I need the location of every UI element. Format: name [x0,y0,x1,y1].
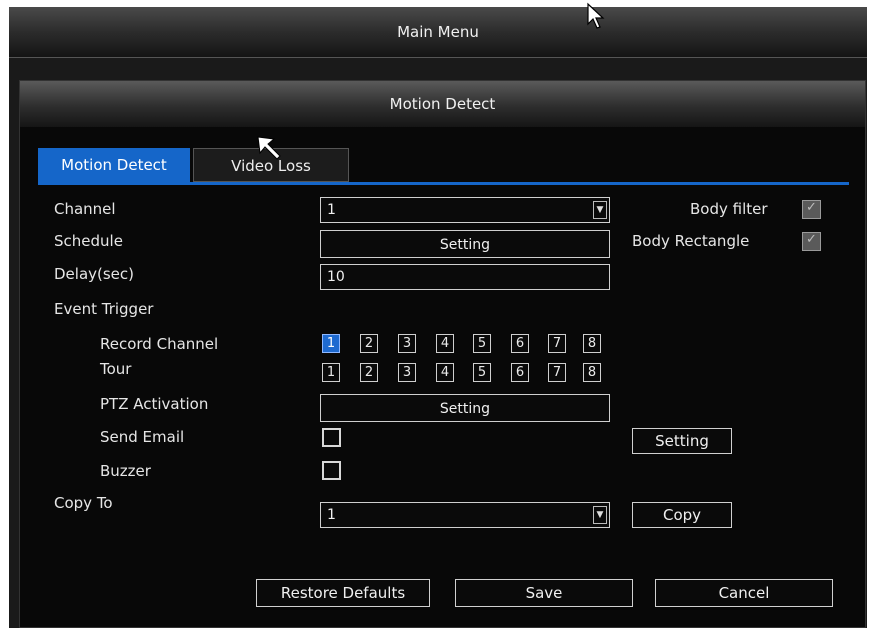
tab-underline [38,182,849,185]
body-filter-checkbox[interactable]: ✓ [802,200,821,219]
channel-select-value: 1 [327,202,336,218]
record-channel-3[interactable]: 3 [398,334,416,353]
tour-channel-1[interactable]: 1 [322,363,340,382]
record-channel-4[interactable]: 4 [436,334,454,353]
chevron-down-icon[interactable]: ▼ [593,506,607,524]
schedule-label: Schedule [54,232,123,250]
record-channel-6[interactable]: 6 [511,334,529,353]
ptz-activation-label: PTZ Activation [100,395,209,413]
body-filter-label: Body filter [690,200,768,218]
copy-button[interactable]: Copy [632,502,732,528]
body-rectangle-checkbox[interactable]: ✓ [802,232,821,251]
buzzer-checkbox[interactable] [322,461,341,480]
send-email-checkbox[interactable] [322,428,341,447]
tour-channel-5[interactable]: 5 [473,363,491,382]
channel-label: Channel [54,200,116,218]
restore-defaults-button[interactable]: Restore Defaults [256,579,430,607]
cancel-button[interactable]: Cancel [655,579,833,607]
mouse-pointer-icon [587,2,605,29]
tour-label: Tour [100,360,132,378]
check-icon: ✓ [806,232,817,247]
copy-to-label: Copy To [54,494,113,512]
tour-channel-7[interactable]: 7 [548,363,566,382]
main-menu-title: Main Menu [9,7,867,58]
dvr-screen: Main Menu Motion Detect Motion Detect Vi… [0,0,872,635]
ptz-setting-button[interactable]: Setting [320,394,610,422]
record-channel-2[interactable]: 2 [360,334,378,353]
record-channel-label: Record Channel [100,335,219,353]
record-channel-5[interactable]: 5 [473,334,491,353]
tour-channel-2[interactable]: 2 [360,363,378,382]
email-setting-button[interactable]: Setting [632,428,732,454]
send-email-label: Send Email [100,428,185,446]
buzzer-label: Buzzer [100,462,151,480]
tour-channel-4[interactable]: 4 [436,363,454,382]
channel-select[interactable]: 1 ▼ [320,197,610,223]
chevron-down-icon[interactable]: ▼ [593,201,607,219]
copy-to-select[interactable]: 1 ▼ [320,502,610,528]
delay-input-value: 10 [327,269,345,285]
save-button[interactable]: Save [455,579,633,607]
tour-channel-8[interactable]: 8 [583,363,601,382]
event-trigger-label: Event Trigger [54,300,154,318]
check-icon: ✓ [806,200,817,215]
schedule-setting-button[interactable]: Setting [320,230,610,258]
copy-to-select-value: 1 [327,507,336,523]
mouse-pointer-icon [257,136,281,160]
delay-input[interactable]: 10 [320,264,610,290]
dialog-title: Motion Detect [20,81,865,127]
tab-motion-detect[interactable]: Motion Detect [38,148,190,182]
delay-label: Delay(sec) [54,265,135,283]
body-rectangle-label: Body Rectangle [632,232,750,250]
tour-channel-3[interactable]: 3 [398,363,416,382]
tour-channel-6[interactable]: 6 [511,363,529,382]
record-channel-7[interactable]: 7 [548,334,566,353]
record-channel-8[interactable]: 8 [583,334,601,353]
record-channel-1[interactable]: 1 [322,334,340,353]
